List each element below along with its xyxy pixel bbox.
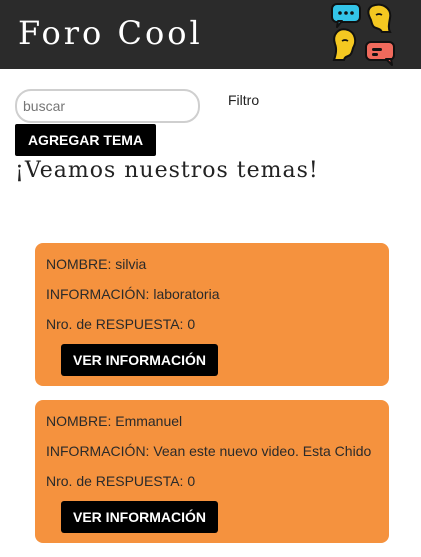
filter-label[interactable]: Filtro: [228, 92, 259, 108]
topic-card: NOMBRE: Emmanuel INFORMACIÓN: Vean este …: [35, 400, 389, 543]
search-input[interactable]: [15, 89, 200, 123]
view-info-button[interactable]: VER INFORMACIÓN: [61, 501, 218, 533]
topic-reply-count: Nro. de RESPUESTA: 0: [46, 473, 196, 489]
view-info-button[interactable]: VER INFORMACIÓN: [61, 344, 218, 376]
topic-info: INFORMACIÓN: Vean este nuevo video. Esta…: [46, 443, 372, 459]
site-header: Foro Cool: [0, 0, 421, 69]
site-title: Foro Cool: [18, 14, 203, 52]
topic-name: NOMBRE: Emmanuel: [46, 413, 183, 429]
chat-people-logo-icon: [331, 3, 395, 66]
topic-info: INFORMACIÓN: laboratoria: [46, 286, 220, 302]
page-heading: ¡Veamos nuestros temas!: [15, 158, 319, 183]
add-topic-button[interactable]: AGREGAR TEMA: [15, 124, 156, 156]
topic-reply-count: Nro. de RESPUESTA: 0: [46, 316, 196, 332]
topic-name: NOMBRE: silvia: [46, 256, 147, 272]
topic-card: NOMBRE: silvia INFORMACIÓN: laboratoria …: [35, 243, 389, 386]
